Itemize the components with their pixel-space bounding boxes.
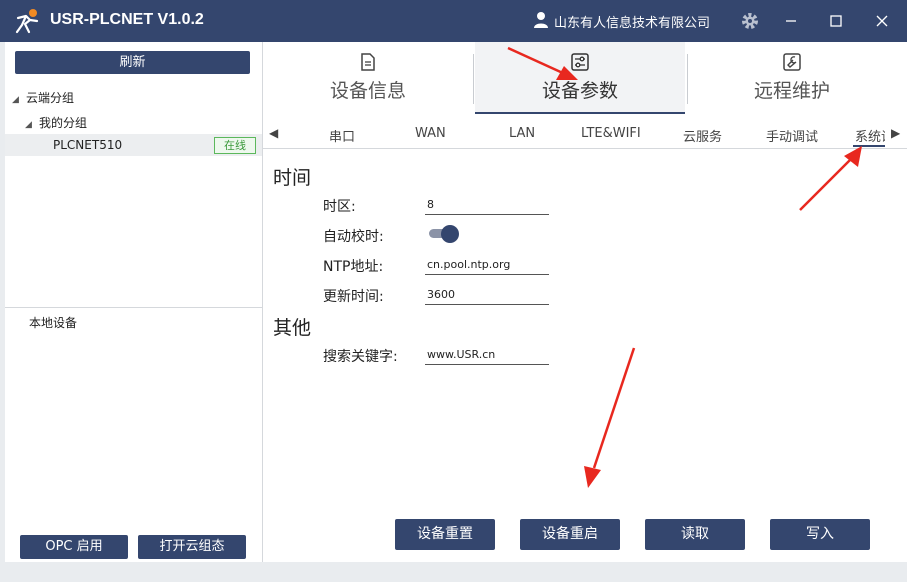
title-bar: USR-PLCNET V1.0.2 山东有人信息技术有限公司 [0, 0, 907, 42]
refresh-button[interactable]: 刷新 [15, 51, 250, 74]
collapse-triangle-icon[interactable]: ◢ [25, 120, 35, 130]
minimize-button[interactable] [778, 8, 804, 34]
scroll-left-icon[interactable]: ◀ [269, 126, 278, 140]
subtab-lte-wifi[interactable]: LTE&WIFI [581, 126, 641, 141]
app-title: USR-PLCNET V1.0.2 [50, 11, 204, 28]
section-title-time: 时间 [273, 167, 312, 189]
subtab-wan[interactable]: WAN [415, 126, 446, 141]
wrench-icon [783, 53, 801, 71]
document-icon [361, 53, 375, 71]
maximize-button[interactable] [823, 8, 849, 34]
sub-tab-bar: ◀ 串口 WAN LAN LTE&WIFI 云服务 手动调试 系统设 ▶ [263, 120, 907, 149]
tree-node-my-group[interactable]: ◢ 我的分组 [25, 114, 87, 131]
ntp-input[interactable] [425, 254, 549, 275]
device-restart-button[interactable]: 设备重启 [520, 519, 620, 550]
section-title-other: 其他 [273, 317, 312, 339]
timezone-label: 时区: [323, 199, 356, 215]
subtab-serial[interactable]: 串口 [329, 126, 355, 145]
active-tab-indicator [853, 145, 885, 147]
write-button[interactable]: 写入 [770, 519, 870, 550]
tab-separator [473, 54, 474, 104]
tab-label: 设备参数 [541, 80, 618, 102]
local-devices-label: 本地设备 [29, 316, 78, 330]
divider [5, 307, 262, 308]
auto-sync-toggle[interactable] [427, 225, 461, 243]
open-cloud-config-button[interactable]: 打开云组态 [138, 535, 246, 559]
subtab-system[interactable]: 系统设 [855, 126, 885, 145]
status-badge: 在线 [214, 137, 256, 154]
close-button[interactable] [869, 8, 895, 34]
read-button[interactable]: 读取 [645, 519, 745, 550]
collapse-triangle-icon[interactable]: ◢ [12, 95, 22, 105]
company-name: 山东有人信息技术有限公司 [554, 16, 711, 31]
app-logo-icon [15, 9, 39, 34]
device-reset-button[interactable]: 设备重置 [395, 519, 495, 550]
user-icon [534, 12, 548, 28]
update-time-label: 更新时间: [323, 289, 384, 305]
toggle-knob [441, 225, 459, 243]
sliders-icon [571, 53, 589, 71]
tab-label: 远程维护 [753, 80, 830, 102]
tab-remote-maintenance[interactable]: 远程维护 [687, 42, 897, 114]
opc-enable-button[interactable]: OPC 启用 [20, 535, 128, 559]
device-row-plcnet510[interactable]: PLCNET510 在线 [5, 134, 262, 156]
ntp-label: NTP地址: [323, 259, 384, 275]
search-keyword-input[interactable] [425, 344, 549, 365]
tree-node-label: 我的分组 [39, 116, 88, 130]
tab-device-params[interactable]: 设备参数 [475, 42, 685, 114]
update-time-input[interactable] [425, 284, 549, 305]
auto-sync-label: 自动校时: [323, 229, 384, 245]
tree-node-cloud-group[interactable]: ◢ 云端分组 [12, 89, 74, 106]
search-keyword-label: 搜索关键字: [323, 349, 398, 365]
gear-icon[interactable] [740, 11, 760, 31]
subtab-lan[interactable]: LAN [509, 126, 535, 141]
main-content: 设备信息 设备参数 远程维护 ◀ 串口 WAN LAN LTE&WIFI 云服务… [263, 42, 907, 562]
tree-node-label: 云端分组 [26, 91, 75, 105]
tab-label: 设备信息 [329, 80, 406, 102]
device-sidebar: 刷新 ◢ 云端分组 ◢ 我的分组 PLCNET510 在线 本地设备 OPC 启用 … [5, 42, 263, 562]
device-name: PLCNET510 [53, 138, 123, 152]
subtab-manual-debug[interactable]: 手动调试 [766, 126, 818, 145]
subtab-cloud-service[interactable]: 云服务 [683, 126, 722, 145]
scroll-right-icon[interactable]: ▶ [891, 126, 900, 140]
tab-device-info[interactable]: 设备信息 [263, 42, 473, 114]
timezone-input[interactable] [425, 194, 549, 215]
